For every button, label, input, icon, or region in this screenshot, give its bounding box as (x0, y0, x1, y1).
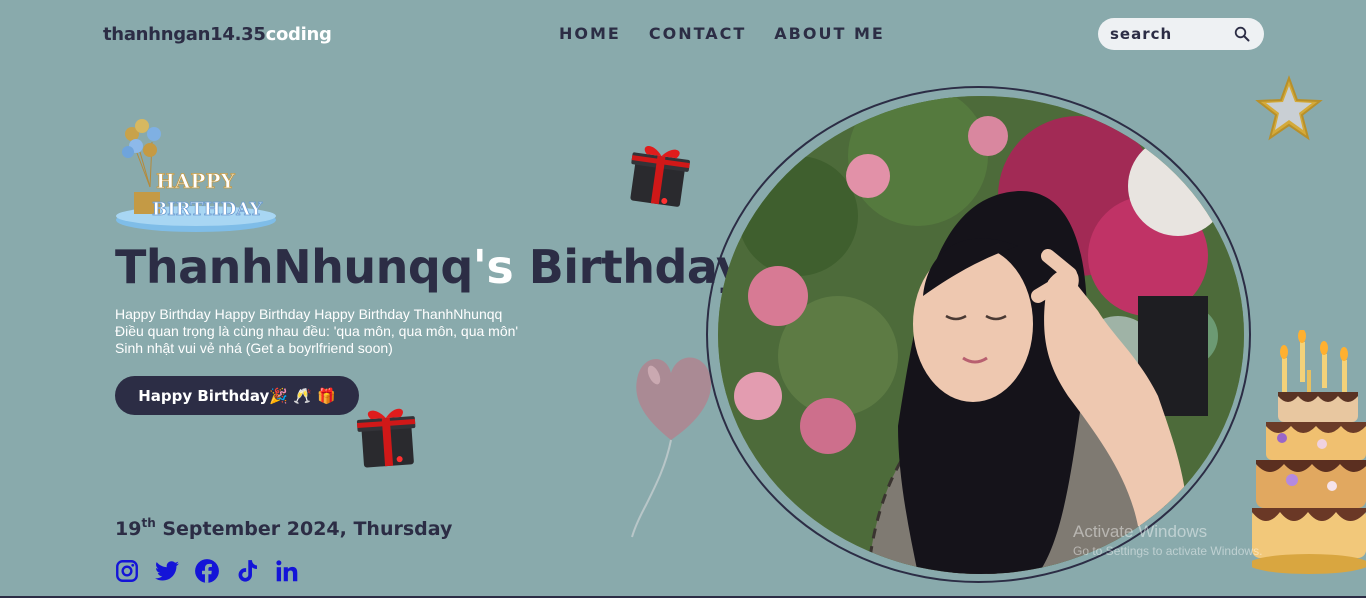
search-box (1098, 18, 1264, 50)
message-line-1: Happy Birthday Happy Birthday Happy Birt… (115, 306, 503, 322)
linkedin-icon (276, 560, 298, 582)
gift-box-icon (356, 408, 416, 468)
social-links (114, 558, 300, 584)
message-line-2: Điều quan trọng là cùng nhau đều: 'qua m… (115, 323, 519, 339)
message-line-3: Sinh nhật vui vẻ nhá (Get a boyrlfriend … (115, 340, 393, 356)
date-day: 19 (115, 518, 142, 540)
instagram-link[interactable] (114, 558, 140, 584)
main-nav: HOME CONTACT ABOUT ME (559, 24, 885, 43)
watermark-line2: Go to Settings to activate Windows. (1073, 544, 1263, 558)
heart-balloon-icon (631, 357, 712, 538)
nav-about-me[interactable]: ABOUT ME (774, 24, 885, 43)
star-icon (1255, 75, 1323, 141)
facebook-icon (195, 559, 219, 583)
twitter-icon (155, 561, 179, 581)
date-rest: September 2024, Thursday (155, 518, 453, 540)
tiktok-icon (238, 560, 257, 582)
site-logo[interactable]: thanhngan14.35coding (103, 24, 332, 45)
facebook-link[interactable] (194, 558, 220, 584)
logo-main: thanhngan14.35 (103, 24, 266, 45)
date-suffix: th (141, 516, 156, 530)
title-name: ThanhNhunqq (115, 240, 473, 294)
happy-birthday-button[interactable]: Happy Birthday🎉 🥂 🎁 (115, 376, 359, 415)
badge-line2: BIRTHDAY (152, 199, 263, 220)
linkedin-link[interactable] (274, 558, 300, 584)
title-apos: 's (472, 240, 514, 294)
event-date: 19th September 2024, Thursday (115, 516, 452, 540)
page-title: ThanhNhunqq's Birthday (115, 240, 746, 294)
nav-home[interactable]: HOME (559, 24, 621, 43)
badge-line1: HAPPY (156, 169, 235, 193)
profile-photo (718, 96, 1244, 574)
birthday-cake-icon (1252, 330, 1366, 574)
gift-box-icon (630, 145, 690, 207)
photo-illustration (718, 96, 1244, 574)
birthday-message: Happy Birthday Happy Birthday Happy Birt… (115, 306, 518, 357)
magnifier-icon[interactable] (1234, 26, 1250, 42)
tiktok-link[interactable] (234, 558, 260, 584)
instagram-icon (116, 560, 138, 582)
search-input[interactable] (1110, 18, 1230, 50)
logo-accent: coding (265, 24, 332, 45)
watermark-line1: Activate Windows (1073, 522, 1208, 541)
activation-watermark: Activate Windows Go to Settings to activ… (1073, 522, 1262, 558)
happy-birthday-badge: HAPPY BIRTHDAY (116, 119, 276, 232)
nav-contact[interactable]: CONTACT (649, 24, 746, 43)
twitter-link[interactable] (154, 558, 180, 584)
